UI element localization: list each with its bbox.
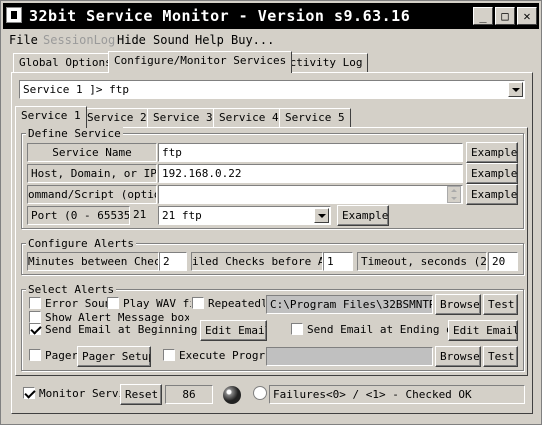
checkbox-box[interactable] (192, 297, 204, 309)
close-button[interactable]: ✕ (517, 7, 537, 25)
checkbox-box[interactable] (107, 297, 119, 309)
menu-sessionlog[interactable]: SessionLog (43, 33, 115, 47)
edit-email-begin-button[interactable]: Edit Email (200, 320, 267, 341)
host-label: Host, Domain, or IP (27, 164, 157, 183)
email-begin-label: Send Email at Beginning o (45, 323, 199, 336)
minutes-label: Minutes between Checks (27, 252, 159, 271)
checkbox-box[interactable] (29, 349, 41, 361)
reset-button[interactable]: Reset (120, 384, 162, 405)
configure-alerts-title: Configure Alerts (26, 237, 136, 250)
chevron-down-icon[interactable] (508, 82, 523, 97)
example-button-4[interactable]: Example (337, 205, 389, 226)
example-button-3[interactable]: Example (466, 184, 518, 205)
port-value: 21 (130, 206, 158, 225)
port-label: Port (0 - 65535) (27, 206, 130, 225)
minimize-button[interactable]: _ (473, 7, 493, 25)
failed-checks-label: iled Checks before Ale (191, 252, 323, 271)
radio-icon (253, 386, 267, 400)
command-label: ommand/Script (optiona (27, 185, 157, 204)
service-select[interactable]: Service 1 ]> ftp (19, 80, 525, 99)
checkbox-box[interactable] (29, 311, 41, 323)
window-title: 32bit Service Monitor - Version s9.63.16 (29, 7, 411, 25)
host-input[interactable]: 192.168.0.22 (158, 164, 463, 183)
menu-buy[interactable]: Buy... (231, 33, 274, 47)
command-scroll-icon[interactable] (447, 186, 461, 203)
browse-wav-button[interactable]: Browse (435, 294, 481, 315)
execute-checkbox[interactable]: Execute Progra (163, 349, 265, 365)
repeatedly-label: Repeatedly (208, 297, 265, 310)
email-begin-checkbox[interactable]: Send Email at Beginning o (29, 323, 199, 339)
timeout-input[interactable]: 20 (488, 252, 518, 271)
status-radio (253, 386, 269, 400)
failed-checks-input[interactable]: 1 (323, 252, 353, 271)
command-input[interactable] (158, 185, 463, 204)
execute-label: Execute Progra (179, 349, 265, 362)
email-end-label: Send Email at Ending of (307, 323, 448, 336)
edit-email-end-button[interactable]: Edit Email (448, 320, 518, 341)
menu-bar: File SessionLog Hide Sound Help Buy... (3, 31, 539, 49)
port-select[interactable]: 21 ftp (158, 206, 331, 225)
checkbox-box[interactable] (29, 297, 41, 309)
play-wav-label: Play WAV fi (123, 297, 191, 310)
pager-setup-button[interactable]: Pager Setup (77, 346, 151, 367)
tab-global-options[interactable]: Global Options (13, 53, 118, 73)
menu-help[interactable]: Help (195, 33, 224, 47)
tab-service-1[interactable]: Service 1 (15, 106, 87, 128)
email-end-checkbox[interactable]: Send Email at Ending of (291, 323, 448, 339)
monitor-service-checkbox[interactable]: Monitor Servi (23, 387, 121, 403)
menu-sound[interactable]: Sound (153, 33, 189, 47)
test-wav-button[interactable]: Test (483, 294, 518, 315)
test-exec-button[interactable]: Test (483, 346, 518, 367)
exec-path-input[interactable] (266, 347, 433, 366)
checkbox-box[interactable] (163, 349, 175, 361)
status-text: Failures<0> / <1> - Checked OK (269, 385, 525, 404)
error-sound-label: Error Soun (45, 297, 107, 310)
tab-configure-monitor[interactable]: Configure/Monitor Services (108, 51, 293, 73)
example-button-2[interactable]: Example (466, 163, 518, 184)
tab-service-5[interactable]: Service 5 (279, 108, 351, 128)
tab-service-2[interactable]: Service 2 (81, 108, 153, 128)
check-counter: 86 (165, 385, 213, 404)
tab-service-3[interactable]: Service 3 (147, 108, 219, 128)
checkbox-box[interactable] (29, 323, 41, 335)
define-service-title: Define Service (26, 127, 123, 140)
example-button-1[interactable]: Example (466, 142, 518, 163)
wav-path-input[interactable]: C:\Program Files\32BSMNTR\d (266, 295, 433, 314)
browse-exec-button[interactable]: Browse (435, 346, 481, 367)
main-window: 32bit Service Monitor - Version s9.63.16… (0, 0, 542, 425)
select-alerts-title: Select Alerts (26, 283, 117, 296)
repeatedly-checkbox[interactable]: Repeatedly (192, 297, 265, 313)
maximize-button[interactable]: □ (495, 7, 515, 25)
monitor-service-label: Monitor Servi (39, 387, 121, 400)
minutes-input[interactable]: 2 (159, 252, 187, 271)
menu-hide[interactable]: Hide (117, 33, 146, 47)
title-bar[interactable]: 32bit Service Monitor - Version s9.63.16… (3, 3, 539, 29)
service-name-label: Service Name (27, 143, 157, 162)
app-icon (6, 7, 22, 23)
port-select-value: 21 ftp (162, 209, 202, 222)
menu-file[interactable]: File (9, 33, 38, 47)
timeout-label: Timeout, seconds (20) (357, 252, 487, 271)
service-name-input[interactable]: ftp (158, 143, 463, 162)
chevron-down-icon[interactable] (314, 208, 329, 223)
tab-service-4[interactable]: Service 4 (213, 108, 285, 128)
checkbox-box[interactable] (291, 323, 303, 335)
checkbox-box[interactable] (23, 387, 35, 399)
service-select-value: Service 1 ]> ftp (23, 83, 129, 96)
pager-label: Pager (45, 349, 77, 362)
globe-icon (223, 386, 241, 404)
pager-checkbox[interactable]: Pager (29, 349, 77, 365)
